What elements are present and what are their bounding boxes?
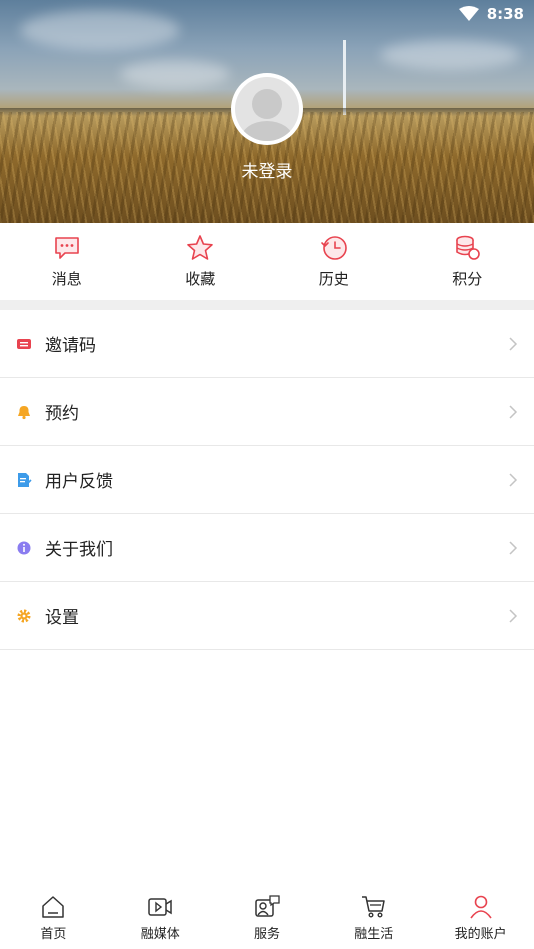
- nav-home[interactable]: 首页: [0, 885, 107, 949]
- wind-turbine: [343, 40, 346, 115]
- menu-item-label: 关于我们: [45, 540, 113, 560]
- chevron-right-icon: [509, 404, 518, 419]
- chevron-right-icon: [509, 608, 518, 623]
- message-icon: [54, 237, 79, 259]
- menu-item-reservation[interactable]: 预约: [0, 378, 534, 446]
- gear-icon: [16, 608, 32, 624]
- section-divider: [0, 300, 534, 310]
- menu-item-feedback[interactable]: 用户反馈: [0, 446, 534, 514]
- quick-actions: 消息 收藏 历史 积分: [0, 223, 534, 300]
- quick-action-label: 收藏: [185, 270, 216, 288]
- coins-icon: [456, 235, 481, 260]
- avatar[interactable]: [231, 73, 303, 145]
- quick-action-label: 积分: [452, 270, 483, 288]
- nav-label: 我的账户: [454, 927, 507, 942]
- menu-item-label: 设置: [45, 608, 79, 628]
- chevron-right-icon: [509, 472, 518, 487]
- bell-icon: [16, 404, 32, 420]
- menu-item-invite-code[interactable]: 邀请码: [0, 310, 534, 378]
- status-time: 8:38: [486, 5, 524, 23]
- wifi-icon: [458, 6, 479, 21]
- nav-label: 首页: [40, 927, 67, 942]
- quick-action-history[interactable]: 历史: [267, 223, 401, 300]
- settings-menu: 邀请码 预约 用户反馈 关于我们 设置: [0, 310, 534, 650]
- menu-item-label: 预约: [45, 404, 79, 424]
- ticket-icon: [16, 336, 32, 352]
- cart-icon: [361, 896, 385, 918]
- bottom-navigation: 首页 融媒体 服务 融生活 我的账户: [0, 885, 534, 949]
- feedback-doc-icon: [16, 472, 32, 488]
- service-icon: [255, 895, 280, 917]
- star-icon: [187, 235, 214, 260]
- quick-action-label: 消息: [51, 270, 82, 288]
- video-icon: [148, 898, 172, 916]
- login-status[interactable]: 未登录: [0, 157, 534, 182]
- nav-label: 融生活: [354, 927, 394, 942]
- nav-media[interactable]: 融媒体: [107, 885, 214, 949]
- quick-action-favorites[interactable]: 收藏: [134, 223, 268, 300]
- home-icon: [42, 896, 65, 918]
- nav-my-account[interactable]: 我的账户: [427, 885, 534, 949]
- history-icon: [320, 236, 347, 260]
- chevron-right-icon: [509, 540, 518, 555]
- user-icon: [469, 895, 492, 919]
- menu-item-about-us[interactable]: 关于我们: [0, 514, 534, 582]
- menu-item-label: 邀请码: [45, 336, 96, 356]
- nav-label: 服务: [253, 927, 280, 942]
- menu-item-settings[interactable]: 设置: [0, 582, 534, 650]
- nav-label: 融媒体: [140, 927, 180, 942]
- status-bar: 8:38: [0, 0, 534, 28]
- info-icon: [16, 540, 32, 556]
- nav-service[interactable]: 服务: [214, 885, 321, 949]
- quick-action-messages[interactable]: 消息: [0, 223, 134, 300]
- nav-life[interactable]: 融生活: [320, 885, 427, 949]
- chevron-right-icon: [509, 336, 518, 351]
- menu-item-label: 用户反馈: [45, 472, 113, 492]
- quick-action-label: 历史: [318, 270, 349, 288]
- quick-action-points[interactable]: 积分: [401, 223, 534, 300]
